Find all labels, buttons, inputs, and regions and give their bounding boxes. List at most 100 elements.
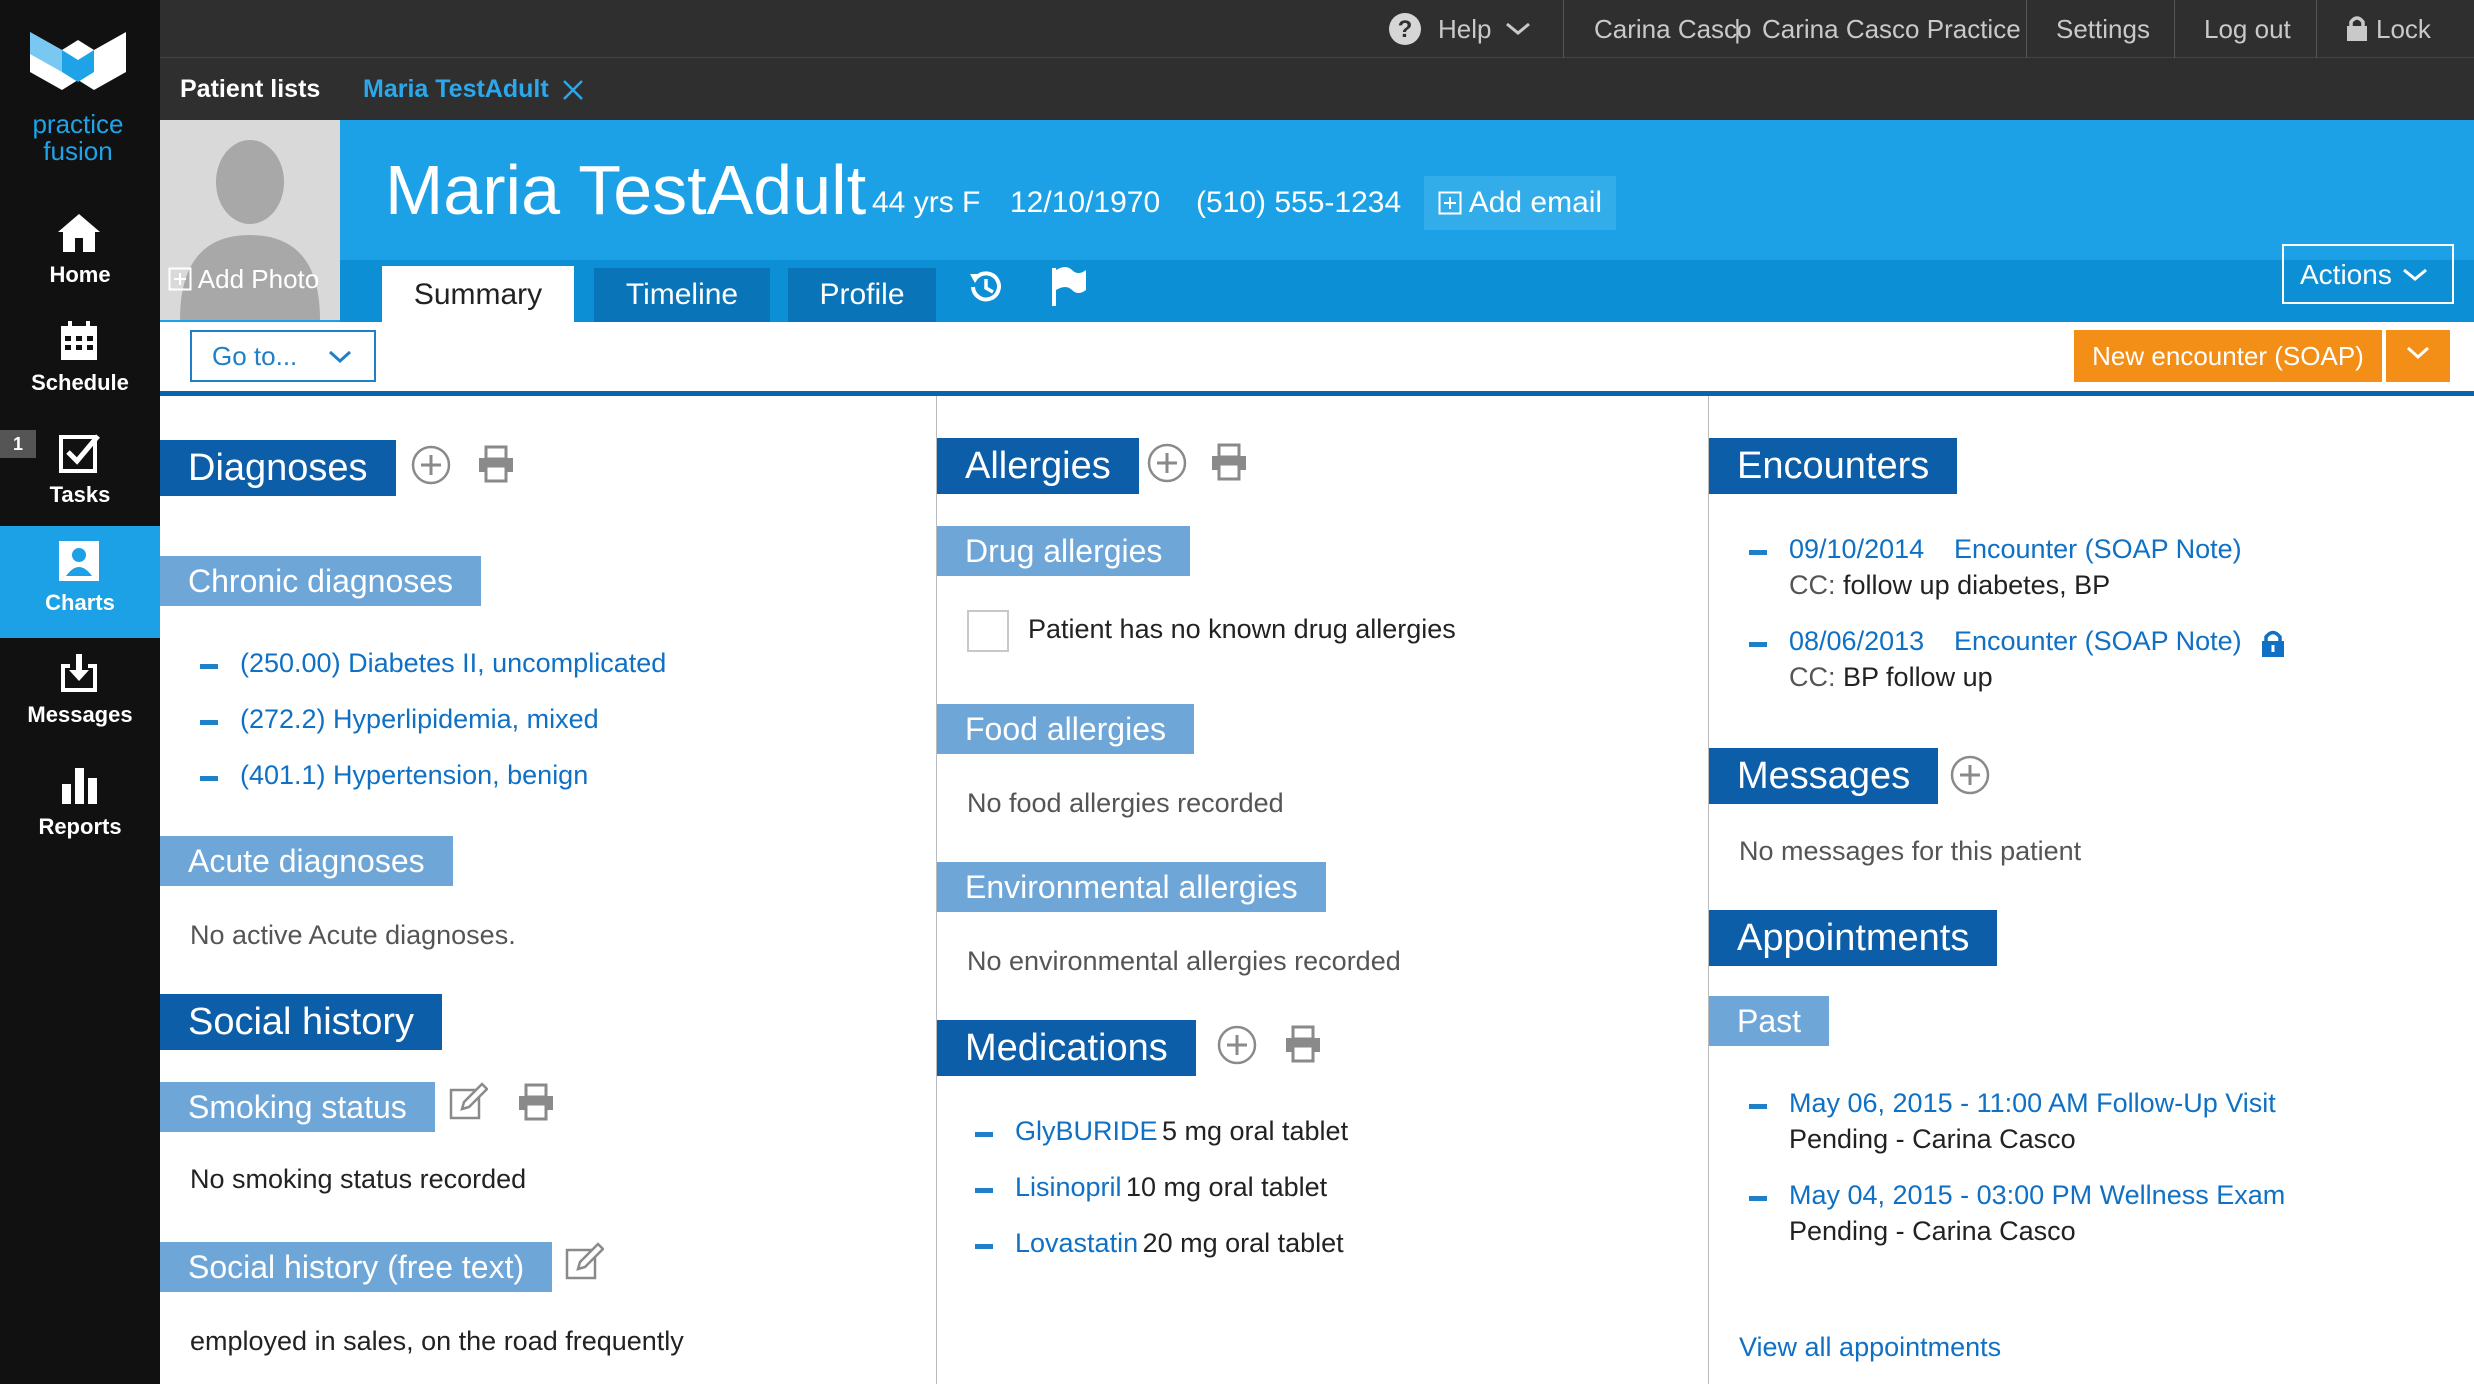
diagnoses-heading: Diagnoses: [160, 440, 396, 496]
cc-text: follow up diabetes, BP: [1843, 570, 2111, 600]
encounter-date-link[interactable]: 08/06/2013: [1789, 626, 1924, 657]
help-menu[interactable]: Help: [1438, 0, 1491, 58]
diagnosis-link[interactable]: (401.1) Hypertension, benign: [240, 760, 588, 791]
diagnosis-link[interactable]: (272.2) Hyperlipidemia, mixed: [240, 704, 599, 735]
patient-photo[interactable]: Add Photo: [160, 120, 340, 320]
list-bullet: [975, 1244, 993, 1249]
medication-name-link[interactable]: GlyBURIDE: [1015, 1116, 1158, 1146]
new-encounter-button[interactable]: New encounter (SOAP): [2074, 330, 2382, 382]
encounter-cc: CC: follow up diabetes, BP: [1789, 570, 2110, 601]
nav-schedule[interactable]: Schedule: [0, 306, 160, 418]
add-circle-icon[interactable]: [1216, 1024, 1258, 1066]
tab-timeline[interactable]: Timeline: [594, 268, 770, 322]
logo-text-line2: fusion: [43, 136, 113, 166]
list-bullet: [1749, 550, 1767, 555]
user-name[interactable]: Carina Casco: [1594, 0, 1752, 58]
nav-charts[interactable]: Charts: [0, 526, 160, 638]
tab-patient-lists[interactable]: Patient lists: [180, 58, 320, 120]
plus-box-icon: [168, 267, 192, 291]
nkda-checkbox[interactable]: [967, 610, 1009, 652]
calendar-icon: [61, 321, 97, 360]
medication-item: Lisinopril 10 mg oral tablet: [1015, 1172, 1327, 1203]
add-photo-label: Add Photo: [197, 264, 320, 294]
view-all-appointments-link[interactable]: View all appointments: [1739, 1332, 2001, 1363]
patient-age-sex: 44 yrs F: [872, 186, 981, 219]
nav-messages-label: Messages: [27, 702, 133, 727]
messages-empty: No messages for this patient: [1739, 836, 2082, 866]
printer-icon[interactable]: [1209, 442, 1249, 482]
printer-icon[interactable]: [1283, 1024, 1323, 1064]
social-free-text: employed in sales, on the road frequentl…: [190, 1326, 684, 1356]
nav-tasks[interactable]: 1 Tasks: [0, 418, 160, 530]
encounter-date-link[interactable]: 09/10/2014: [1789, 534, 1924, 565]
appointment-status: Pending - Carina Casco: [1789, 1216, 2076, 1246]
help-icon[interactable]: ?: [1388, 12, 1422, 46]
patient-dob: 12/10/1970: [1010, 186, 1161, 219]
medication-name-link[interactable]: Lisinopril: [1015, 1172, 1122, 1202]
logout-link[interactable]: Log out: [2204, 0, 2291, 58]
close-icon[interactable]: [562, 79, 584, 101]
nav-messages[interactable]: Messages: [0, 638, 160, 750]
add-circle-icon[interactable]: [1146, 442, 1188, 484]
medication-detail: 10 mg oral tablet: [1126, 1172, 1328, 1202]
home-icon: [58, 214, 100, 252]
nav-reports-label: Reports: [38, 814, 122, 839]
diagnosis-link[interactable]: (250.00) Diabetes II, uncomplicated: [240, 648, 666, 679]
encounter-type-link[interactable]: Encounter (SOAP Note): [1954, 534, 2242, 565]
appointment-link[interactable]: May 04, 2015 - 03:00 PM Wellness Exam: [1789, 1180, 2285, 1211]
printer-icon[interactable]: [516, 1082, 556, 1122]
flag-icon[interactable]: [1048, 266, 1088, 308]
nav-reports[interactable]: Reports: [0, 750, 160, 862]
medication-name-link[interactable]: Lovastatin: [1015, 1228, 1138, 1258]
add-circle-icon[interactable]: [1949, 754, 1991, 796]
printer-icon[interactable]: [476, 444, 516, 484]
divider: [1563, 0, 1564, 58]
user-practice-separator: |: [1734, 14, 1741, 44]
edit-icon[interactable]: [448, 1082, 488, 1122]
inbox-icon: [61, 654, 97, 692]
add-circle-icon[interactable]: [410, 444, 452, 486]
drug-allergies-heading: Drug allergies: [937, 526, 1191, 576]
new-encounter-menu-button[interactable]: [2386, 330, 2450, 382]
bar-chart-icon: [62, 768, 97, 804]
list-bullet: [200, 720, 218, 725]
list-bullet: [200, 776, 218, 781]
environmental-allergies-heading: Environmental allergies: [937, 862, 1326, 912]
encounters-heading: Encounters: [1709, 438, 1958, 494]
tab-profile[interactable]: Profile: [788, 268, 936, 322]
list-bullet: [1749, 1196, 1767, 1201]
practice-fusion-logo[interactable]: practice fusion: [0, 0, 160, 190]
encounter-type-link[interactable]: Encounter (SOAP Note): [1954, 626, 2242, 657]
acute-diagnoses-empty: No active Acute diagnoses.: [190, 920, 516, 950]
tab-current-patient[interactable]: Maria TestAdult: [363, 58, 549, 120]
lock-button[interactable]: Lock: [2376, 0, 2431, 58]
add-photo-button[interactable]: Add Photo: [168, 264, 319, 295]
tab-summary[interactable]: Summary: [382, 266, 574, 324]
appointment-link[interactable]: May 06, 2015 - 11:00 AM Follow-Up Visit: [1789, 1088, 2276, 1119]
divider: [2026, 0, 2027, 58]
list-bullet: [200, 664, 218, 669]
goto-dropdown[interactable]: Go to...: [190, 330, 376, 382]
nav-charts-label: Charts: [45, 590, 115, 615]
edit-icon[interactable]: [564, 1242, 604, 1282]
cc-label: CC:: [1789, 662, 1836, 692]
actions-label: Actions: [2300, 259, 2392, 290]
list-bullet: [975, 1132, 993, 1137]
medication-item: Lovastatin 20 mg oral tablet: [1015, 1228, 1344, 1259]
logo-mark-icon: [30, 32, 126, 90]
messages-heading: Messages: [1709, 748, 1939, 804]
medications-heading: Medications: [937, 1020, 1196, 1076]
nav-tasks-label: Tasks: [49, 482, 111, 507]
practice-name[interactable]: Carina Casco Practice: [1762, 0, 2021, 58]
svg-text:?: ?: [1398, 16, 1413, 43]
environmental-allergies-empty: No environmental allergies recorded: [967, 946, 1401, 976]
actions-dropdown[interactable]: Actions: [2282, 244, 2454, 304]
history-icon[interactable]: [964, 266, 1006, 308]
list-bullet: [1749, 1104, 1767, 1109]
cc-label: CC:: [1789, 570, 1836, 600]
nav-home[interactable]: Home: [0, 198, 160, 310]
settings-link[interactable]: Settings: [2056, 0, 2150, 58]
add-email-button[interactable]: Add email: [1424, 176, 1617, 230]
smoking-status-empty: No smoking status recorded: [190, 1164, 527, 1194]
past-appointments-heading: Past: [1709, 996, 1830, 1046]
